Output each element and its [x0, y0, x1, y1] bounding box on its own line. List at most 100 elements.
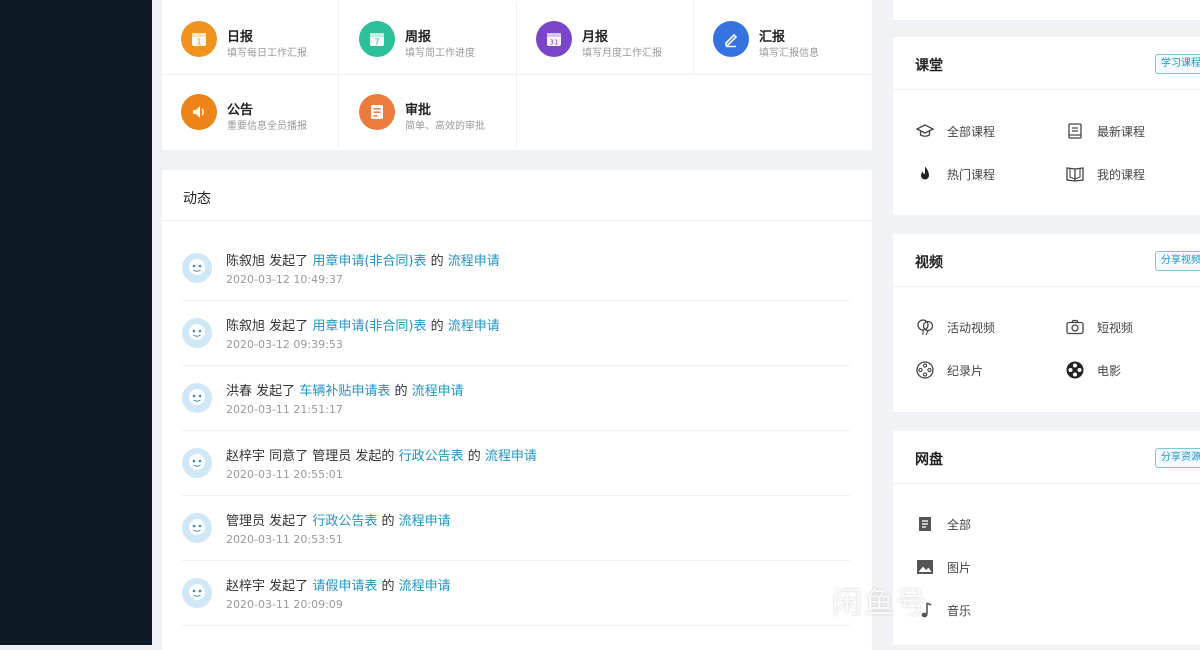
feed-process-link[interactable]: 流程申请 [485, 449, 537, 464]
avatar [182, 578, 212, 608]
feed-target-link[interactable]: 行政公告表 [312, 514, 377, 529]
speaker-icon [181, 94, 217, 130]
feed-verb: 发起了 [256, 384, 296, 399]
feed-process-link[interactable]: 流程申请 [448, 254, 500, 269]
course-item-label: 热门课程 [947, 167, 996, 182]
app-title: 月报 [582, 30, 609, 45]
list-item: 洪春 发起了 车辆补贴申请表 的 流程申请 2020-03-11 21:51:1… [182, 365, 850, 431]
app-weekly-report[interactable]: 7 周报 填写周工作进度 [340, 2, 517, 75]
feed-timestamp: 2020-03-12 09:39:53 [226, 338, 343, 351]
app-monthly-report[interactable]: 31 月报 填写月度工作汇报 [517, 2, 694, 75]
feed-text: 陈叙旭 发起了 用章申请(非合同)表 的 流程申请 [226, 315, 500, 334]
feed-process-link[interactable]: 流程申请 [448, 319, 500, 334]
course-item-label: 全部课程 [947, 124, 996, 139]
feed-user: 赵梓宇 [226, 579, 266, 594]
open-book-icon [1065, 164, 1085, 184]
feed-user: 赵梓宇 [226, 449, 266, 464]
avatar [182, 383, 212, 413]
disk-item-all[interactable]: 全部 [915, 514, 971, 534]
activity-header: 动态 [162, 170, 872, 221]
video-item-movie[interactable]: 电影 [1065, 360, 1121, 380]
app-report[interactable]: 汇报 填写汇报信息 [694, 2, 871, 75]
video-item-short[interactable]: 短视频 [1065, 317, 1133, 337]
course-panel: 课堂 学习课程 全部课程 最新课程 热门课程 我的课程 [893, 37, 1200, 215]
balloon-icon [915, 317, 935, 337]
feed-target-link[interactable]: 用章申请(非合同)表 [312, 254, 426, 269]
course-item-mine[interactable]: 我的课程 [1065, 164, 1145, 184]
app-title: 审批 [405, 103, 432, 118]
video-item-label: 短视频 [1097, 320, 1134, 335]
list-item: 赵梓宇 发起了 请假申请表 的 流程申请 2020-03-11 20:09:09 [182, 560, 850, 626]
top-right-panel [893, 0, 1200, 20]
learn-course-button[interactable]: 学习课程 [1155, 54, 1200, 74]
video-item-label: 纪录片 [947, 363, 984, 378]
feed-of: 的 [394, 384, 408, 399]
feed-timestamp: 2020-03-11 21:51:17 [226, 403, 343, 416]
feed-verb: 同意了 管理员 发起的 [269, 449, 395, 464]
video-item-activity[interactable]: 活动视频 [915, 317, 995, 337]
video-item-documentary[interactable]: 纪录片 [915, 360, 983, 380]
course-header: 课堂 学习课程 [893, 37, 1200, 90]
feed-of: 的 [467, 449, 481, 464]
feed-text: 赵梓宇 发起了 请假申请表 的 流程申请 [226, 575, 451, 594]
app-approval[interactable]: 审批 简单、高效的审批 [340, 75, 517, 148]
disk-item-images[interactable]: 图片 [915, 557, 971, 577]
avatar [182, 448, 212, 478]
camera-icon [1065, 317, 1085, 337]
disk-item-label: 音乐 [947, 603, 972, 618]
course-title: 课堂 [915, 58, 943, 74]
fire-icon [915, 164, 935, 184]
app-title: 日报 [227, 30, 254, 45]
app-announcement[interactable]: 公告 重要信息全员播报 [162, 75, 339, 148]
feed-of: 的 [430, 319, 444, 334]
feed-process-link[interactable]: 流程申请 [412, 384, 464, 399]
app-daily-report[interactable]: 1 日报 填写每日工作汇报 [162, 2, 339, 75]
course-item-latest[interactable]: 最新课程 [1065, 121, 1145, 141]
list-item: 陈叙旭 发起了 用章申请(非合同)表 的 流程申请 2020-03-12 10:… [182, 235, 850, 301]
avatar [182, 318, 212, 348]
course-item-label: 我的课程 [1097, 167, 1146, 182]
calendar-1-icon: 1 [181, 21, 217, 57]
calendar-7-icon: 7 [359, 21, 395, 57]
feed-target-link[interactable]: 请假申请表 [312, 579, 377, 594]
course-item-all[interactable]: 全部课程 [915, 121, 995, 141]
disk-header: 网盘 分享资源 [893, 431, 1200, 484]
feed-text: 管理员 发起了 行政公告表 的 流程申请 [226, 510, 451, 529]
feed-process-link[interactable]: 流程申请 [399, 579, 451, 594]
feed-of: 的 [381, 579, 395, 594]
share-resource-button[interactable]: 分享资源 [1155, 448, 1200, 468]
video-header: 视频 分享视频 [893, 234, 1200, 287]
video-title: 视频 [915, 255, 943, 271]
app-desc: 填写每日工作汇报 [227, 48, 307, 59]
app-desc: 重要信息全员播报 [227, 121, 307, 132]
graduation-cap-icon [915, 121, 935, 141]
feed-target-link[interactable]: 行政公告表 [399, 449, 464, 464]
book-icon [1065, 121, 1085, 141]
video-item-label: 活动视频 [947, 320, 996, 335]
disk-title: 网盘 [915, 452, 943, 468]
pen-icon [713, 21, 749, 57]
feed-user: 管理员 [226, 514, 266, 529]
avatar [182, 253, 212, 283]
feed-of: 的 [381, 514, 395, 529]
list-item: 陈叙旭 发起了 用章申请(非合同)表 的 流程申请 2020-03-12 09:… [182, 300, 850, 366]
course-item-hot[interactable]: 热门课程 [915, 164, 995, 184]
film-reel-icon [915, 360, 935, 380]
feed-user: 洪春 [226, 384, 253, 399]
activity-panel: 动态 陈叙旭 发起了 用章申请(非合同)表 的 流程申请 2020-03-12 … [162, 170, 872, 650]
feed-verb: 发起了 [269, 319, 309, 334]
app-desc: 填写汇报信息 [759, 48, 819, 59]
feed-timestamp: 2020-03-11 20:55:01 [226, 468, 343, 481]
feed-text: 赵梓宇 同意了 管理员 发起的 行政公告表 的 流程申请 [226, 445, 537, 464]
feed-verb: 发起了 [269, 579, 309, 594]
feed-target-link[interactable]: 车辆补贴申请表 [299, 384, 390, 399]
document-icon [915, 514, 935, 534]
feed-target-link[interactable]: 用章申请(非合同)表 [312, 319, 426, 334]
feed-process-link[interactable]: 流程申请 [399, 514, 451, 529]
left-navigation [0, 0, 152, 645]
video-panel: 视频 分享视频 活动视频 短视频 纪录片 电影 [893, 234, 1200, 412]
app-title: 汇报 [759, 30, 786, 45]
movie-reel-icon [1065, 360, 1085, 380]
video-item-label: 电影 [1097, 363, 1122, 378]
share-video-button[interactable]: 分享视频 [1155, 251, 1200, 271]
